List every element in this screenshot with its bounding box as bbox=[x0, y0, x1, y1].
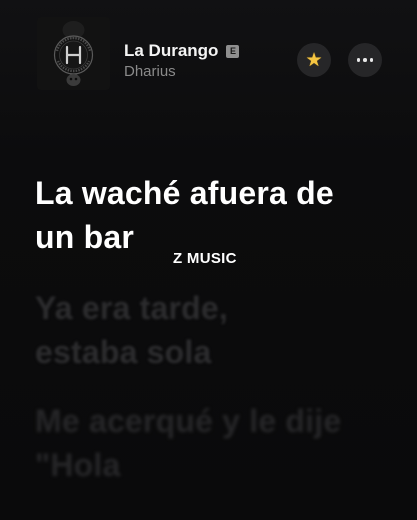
lyric-line: La waché afuera de bbox=[35, 175, 334, 211]
lyric-line: estaba sola bbox=[35, 334, 212, 370]
favorite-button[interactable]: ★ bbox=[297, 43, 331, 77]
upcoming-lyric[interactable]: Me acerqué y le dije "Hola bbox=[35, 399, 385, 487]
upcoming-lyric[interactable]: Ya era tarde, estaba sola bbox=[35, 286, 385, 374]
lyric-line: "Hola bbox=[35, 447, 121, 483]
track-info[interactable]: La Durango E Dharius bbox=[124, 40, 294, 80]
more-options-button[interactable] bbox=[348, 43, 382, 77]
now-playing-header: La Durango E Dharius ★ bbox=[0, 0, 417, 110]
track-title: La Durango bbox=[124, 41, 219, 60]
lyric-line: Ya era tarde, bbox=[35, 290, 228, 326]
current-lyric[interactable]: La waché afuera de un bar bbox=[35, 171, 385, 259]
ellipsis-icon bbox=[356, 58, 374, 62]
album-cover-image bbox=[37, 17, 110, 90]
watermark-text: Z MUSIC bbox=[173, 250, 237, 267]
star-icon: ★ bbox=[305, 49, 323, 71]
explicit-badge: E bbox=[226, 44, 240, 58]
lyric-line: Me acerqué y le dije bbox=[35, 403, 342, 439]
album-art[interactable] bbox=[37, 17, 110, 90]
lyrics-screen: La Durango E Dharius ★ La waché afuera d… bbox=[0, 0, 417, 520]
title-row: La Durango E bbox=[124, 40, 294, 62]
track-artist[interactable]: Dharius bbox=[124, 63, 294, 80]
